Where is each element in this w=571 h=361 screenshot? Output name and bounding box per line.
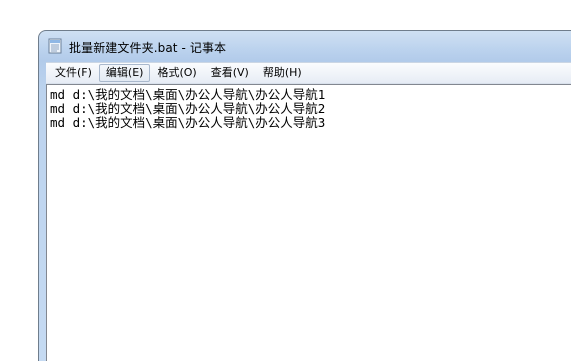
title-bar[interactable]: 批量新建文件夹.bat - 记事本	[39, 31, 571, 61]
editor-line: md d:\我的文档\桌面\办公人导航\办公人导航2	[50, 101, 326, 116]
notepad-window: 批量新建文件夹.bat - 记事本 文件(F) 编辑(E) 格式(O) 查看(V…	[38, 30, 571, 361]
editor-line: md d:\我的文档\桌面\办公人导航\办公人导航3	[50, 115, 326, 130]
notepad-icon	[47, 38, 63, 54]
editor-line: md d:\我的文档\桌面\办公人导航\办公人导航1	[50, 87, 326, 102]
menu-file[interactable]: 文件(F)	[48, 64, 99, 82]
menu-format[interactable]: 格式(O)	[150, 64, 203, 82]
menu-view[interactable]: 查看(V)	[204, 64, 256, 82]
menu-help[interactable]: 帮助(H)	[256, 64, 309, 82]
menu-edit[interactable]: 编辑(E)	[98, 64, 151, 82]
text-editor-area[interactable]: md d:\我的文档\桌面\办公人导航\办公人导航1 md d:\我的文档\桌面…	[46, 84, 571, 361]
menu-bar: 文件(F) 编辑(E) 格式(O) 查看(V) 帮助(H)	[46, 62, 571, 84]
window-title: 批量新建文件夹.bat - 记事本	[69, 41, 227, 55]
